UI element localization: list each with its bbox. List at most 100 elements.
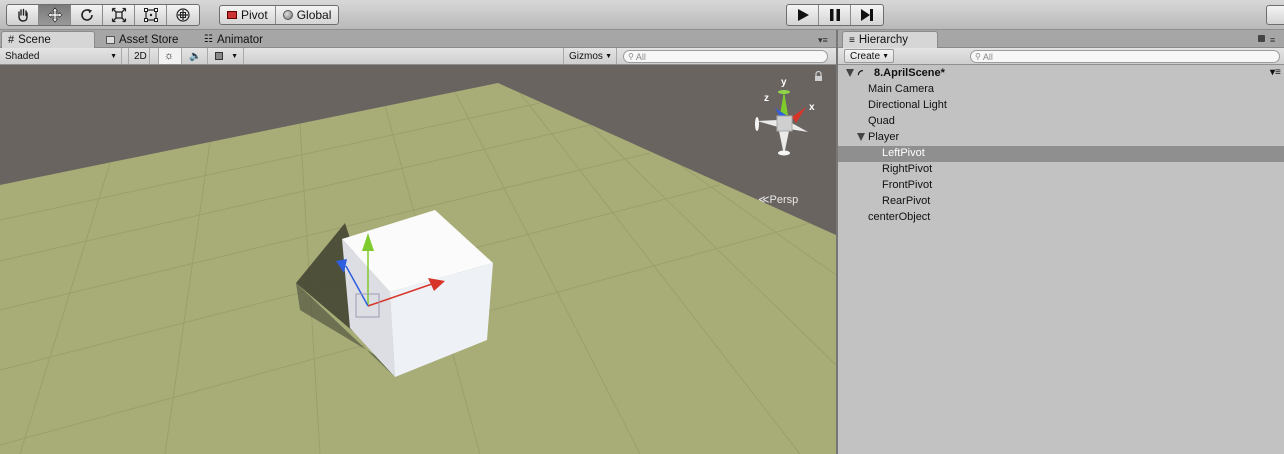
projection-toggle[interactable]: ≪Persp	[758, 193, 798, 206]
tab-animator[interactable]: ☷ Animator	[198, 31, 269, 48]
scale-icon	[111, 7, 126, 23]
shading-mode-label: Shaded	[5, 50, 40, 62]
gizmos-dropdown[interactable]: Gizmos ▼	[563, 48, 617, 64]
step-button[interactable]	[851, 5, 883, 25]
hierarchy-panel: ≡ Hierarchy ≡ Create ▼ ⚲ All ◜ 8.AprilSc…	[836, 30, 1284, 454]
hierarchy-tabbar: ≡ Hierarchy ≡	[838, 30, 1284, 48]
create-dropdown[interactable]: Create ▼	[844, 49, 894, 63]
pause-button[interactable]	[819, 5, 851, 25]
hierarchy-item-main-camera[interactable]: Main Camera	[838, 82, 1284, 98]
hierarchy-item-label: Player	[868, 131, 900, 143]
pivot-button[interactable]: Pivot	[220, 6, 276, 24]
chevron-down-icon: ▼	[110, 52, 117, 60]
panel-menu-icon[interactable]: ≡	[1270, 35, 1275, 45]
effects-dropdown[interactable]: ▼	[210, 48, 244, 64]
expand-triangle-icon[interactable]	[857, 133, 865, 141]
pivot-label: Pivot	[241, 8, 268, 22]
move-tool-button[interactable]	[39, 5, 71, 25]
orientation-gizmo[interactable]: y x z	[755, 77, 815, 156]
audio-toggle[interactable]: 🔈	[184, 48, 208, 64]
hierarchy-item-rightpivot[interactable]: RightPivot	[838, 162, 1284, 178]
globe-icon	[282, 10, 293, 20]
rect-icon	[143, 8, 158, 22]
scene-menu-icon[interactable]: ▾≡	[1270, 67, 1281, 78]
chevron-down-icon: ▼	[605, 52, 612, 60]
tab-animator-label: Animator	[216, 33, 263, 46]
scene-viewport[interactable]: y x z ≪Persp	[0, 65, 836, 454]
gizmo-x-label: x	[809, 102, 815, 113]
hierarchy-item-quad[interactable]: Quad	[838, 114, 1284, 130]
hand-tool-button[interactable]	[7, 5, 39, 25]
pivot-icon	[227, 11, 237, 19]
lock-icon[interactable]	[815, 70, 822, 82]
2d-toggle[interactable]: 2D	[128, 48, 150, 64]
hierarchy-item-label: Quad	[868, 115, 895, 127]
scene-search-input[interactable]: ⚲ All	[623, 50, 828, 63]
play-button[interactable]	[787, 5, 819, 25]
global-button[interactable]: Global	[276, 6, 339, 24]
unity-scene-icon: ◜	[858, 67, 863, 81]
step-icon	[861, 9, 873, 21]
transform-icon	[176, 8, 190, 22]
rotate-tool-button[interactable]	[71, 5, 103, 25]
tab-asset-store[interactable]: Asset Store	[100, 31, 184, 48]
hierarchy-item-label: Main Camera	[868, 83, 935, 95]
hierarchy-item-label: RightPivot	[882, 163, 933, 175]
gizmos-label: Gizmos	[569, 50, 603, 62]
projection-label: Persp	[769, 194, 799, 206]
chevron-down-icon: ▼	[231, 52, 238, 60]
rect-tool-button[interactable]	[135, 5, 167, 25]
pivot-global-toggle: Pivot Global	[219, 5, 340, 25]
expand-triangle-icon[interactable]	[846, 69, 854, 77]
hierarchy-item-frontpivot[interactable]: FrontPivot	[838, 178, 1284, 194]
panel-menu-icon[interactable]: ▾≡	[818, 35, 828, 46]
hierarchy-item-player[interactable]: Player	[838, 130, 1284, 146]
tab-hierarchy[interactable]: ≡ Hierarchy	[842, 31, 938, 48]
shading-mode-dropdown[interactable]: Shaded ▼	[0, 48, 122, 64]
pause-icon	[829, 9, 840, 21]
play-controls	[786, 4, 884, 26]
store-icon	[106, 35, 115, 44]
lock-icon[interactable]	[1258, 35, 1265, 42]
hierarchy-item-label: FrontPivot	[882, 179, 933, 191]
play-icon	[797, 9, 809, 21]
hierarchy-item-leftpivot[interactable]: LeftPivot	[838, 146, 1284, 162]
search-icon: ⚲	[628, 52, 634, 61]
scene-tabbar: # Scene Asset Store ☷ Animator ▾≡	[0, 30, 836, 48]
hierarchy-toolbar: Create ▼ ⚲ All	[838, 48, 1284, 65]
hierarchy-search-input[interactable]: ⚲ All	[970, 50, 1280, 63]
hierarchy-item-directional-light[interactable]: Directional Light	[838, 98, 1284, 114]
hierarchy-item-label: Directional Light	[868, 99, 947, 111]
gizmo-z-label: z	[764, 93, 769, 104]
image-icon	[215, 52, 224, 60]
speaker-icon: 🔈	[189, 50, 202, 62]
transform-tool-button[interactable]	[167, 5, 199, 25]
tab-asset-store-label: Asset Store	[119, 33, 179, 46]
layout-dropdown-button[interactable]	[1266, 5, 1284, 25]
transform-tools	[6, 4, 200, 26]
scene-render: y x z	[0, 70, 836, 454]
grid-icon: #	[8, 34, 15, 46]
list-icon: ≡	[849, 34, 855, 46]
scene-panel: # Scene Asset Store ☷ Animator ▾≡ Shaded…	[0, 30, 836, 454]
scene-search-placeholder: All	[635, 51, 646, 62]
lighting-toggle[interactable]: ☼	[158, 48, 182, 64]
hierarchy-item-rearpivot[interactable]: RearPivot	[838, 194, 1284, 210]
hierarchy-item-centerobject[interactable]: centerObject	[838, 210, 1284, 226]
scene-toolbar: Shaded ▼ 2D ☼ 🔈 ▼ Gizmos ▼ ⚲ All	[0, 48, 836, 65]
2d-label: 2D	[134, 50, 147, 62]
hierarchy-search-placeholder: All	[982, 51, 993, 62]
create-label: Create	[850, 50, 881, 62]
hand-icon	[17, 8, 28, 22]
persp-arrow-icon: ≪	[758, 194, 770, 206]
hierarchy-item-label: centerObject	[868, 211, 931, 223]
tab-scene[interactable]: # Scene	[1, 31, 95, 48]
chevron-down-icon: ▼	[882, 52, 889, 60]
tab-hierarchy-label: Hierarchy	[858, 34, 909, 46]
hierarchy-item-label: LeftPivot	[882, 147, 925, 159]
move-icon	[47, 7, 62, 23]
rotate-icon	[80, 9, 93, 21]
scale-tool-button[interactable]	[103, 5, 135, 25]
scene-root-item[interactable]: ◜ 8.AprilScene* ▾≡	[838, 66, 1284, 82]
animator-icon: ☷	[204, 34, 213, 45]
